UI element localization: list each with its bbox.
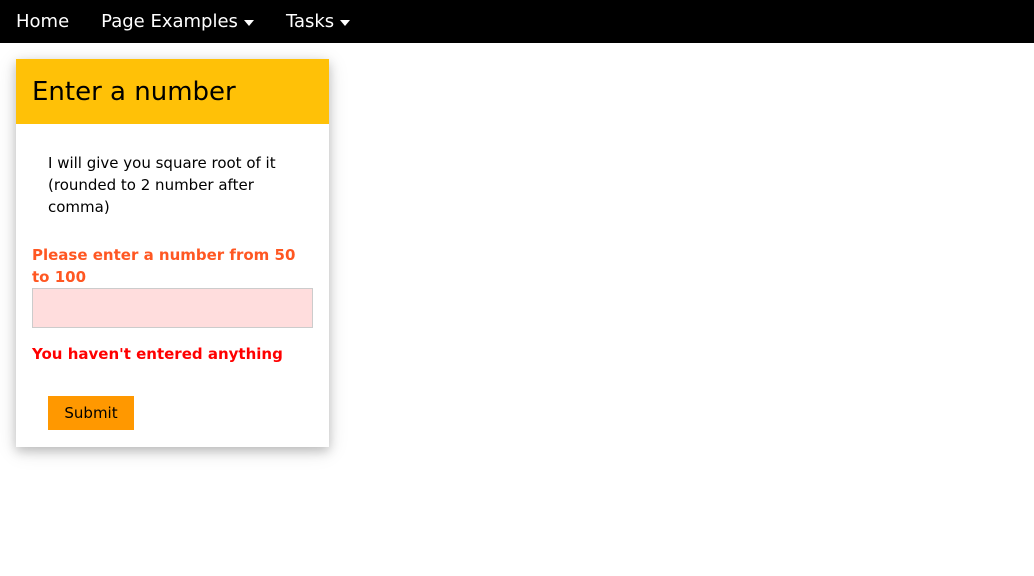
card-title: Enter a number: [32, 76, 236, 107]
number-card: Enter a number I will give you square ro…: [16, 59, 329, 447]
nav-page-examples-label: Page Examples: [101, 11, 238, 32]
caret-down-icon: [243, 19, 254, 26]
nav-tasks-label: Tasks: [285, 11, 335, 32]
card-header: Enter a number: [16, 59, 329, 124]
nav-tasks[interactable]: Tasks: [270, 0, 366, 43]
nav-page-examples[interactable]: Page Examples: [85, 0, 270, 43]
caret-down-icon: [340, 19, 351, 26]
top-navbar: Home Page Examples Tasks: [0, 0, 1034, 43]
submit-button[interactable]: Submit: [48, 396, 134, 430]
number-field-label: Please enter a number from 50 to 100: [32, 246, 296, 286]
error-message: You haven't entered anything: [32, 345, 283, 363]
nav-home[interactable]: Home: [0, 0, 85, 43]
nav-home-label: Home: [16, 11, 70, 32]
card-description: I will give you square root of it (round…: [48, 154, 276, 216]
number-input[interactable]: [32, 288, 313, 328]
